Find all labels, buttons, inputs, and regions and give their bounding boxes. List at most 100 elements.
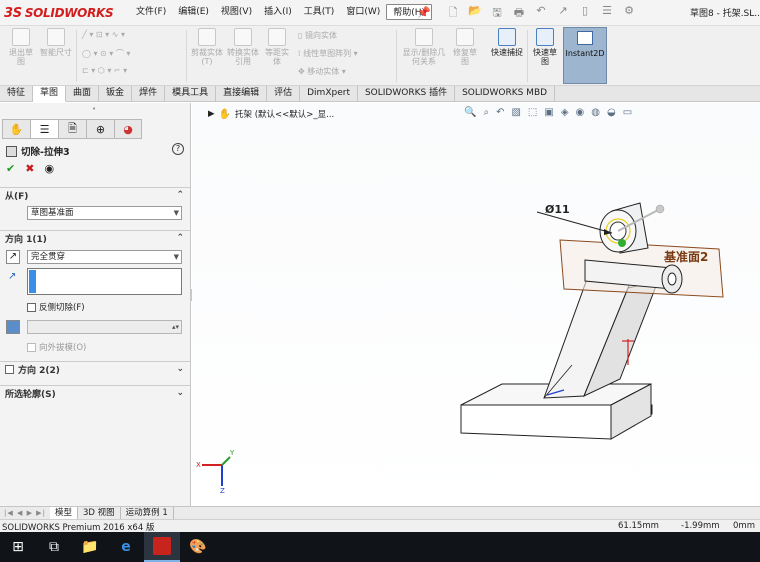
- bottom-tab-strip: |◀ ◀ ▶ ▶| 模型 3D 视图 运动算例 1: [0, 506, 760, 520]
- checkbox-box: [27, 302, 36, 312]
- tab-direct-editing[interactable]: 直接编辑: [216, 86, 268, 102]
- feature-title-text: 切除-拉伸3: [21, 147, 70, 158]
- menu-tools[interactable]: 工具(T): [298, 4, 341, 20]
- mirror-entities-button[interactable]: ▯ 镜向实体: [298, 30, 337, 41]
- line-tools-icon[interactable]: ╱ ▾ ⊡ ▾ ∿ ▾: [82, 30, 125, 39]
- options-gear-icon[interactable]: ⚙: [621, 4, 637, 23]
- coord-z: 0mm: [733, 521, 755, 531]
- menu-file[interactable]: 文件(F): [130, 4, 172, 20]
- tab-3d-views[interactable]: 3D 视图: [78, 506, 121, 520]
- flip-side-to-cut-checkbox[interactable]: 反侧切除(F): [27, 301, 85, 313]
- pin-icon[interactable]: 📌: [417, 6, 431, 19]
- manager-tabs: ✋ ☰ 🗎 ⊕ ◕: [2, 119, 142, 139]
- offset-icon: [268, 28, 286, 46]
- chevron-down-icon: ▼: [173, 209, 179, 217]
- triad-x-label: X: [196, 461, 201, 469]
- tab-mold-tools[interactable]: 模具工具: [165, 86, 217, 102]
- dimxpert-manager-tab-icon[interactable]: ⊕: [86, 119, 114, 139]
- help-button[interactable]: ?: [172, 143, 184, 155]
- trim-entities-button[interactable]: 剪裁实体(T): [190, 28, 224, 66]
- exit-sketch-button[interactable]: 退出草图: [6, 28, 36, 66]
- direction-selection-box[interactable]: [27, 268, 182, 295]
- cancel-x-icon[interactable]: ✖: [25, 162, 34, 175]
- reverse-direction-icon[interactable]: ↗: [6, 250, 20, 264]
- tab-weldments[interactable]: 焊件: [132, 86, 166, 102]
- open-icon[interactable]: 📂: [467, 4, 483, 23]
- new-icon[interactable]: 🗋: [445, 4, 461, 23]
- expand-chevron-icon[interactable]: ⌄: [176, 388, 184, 398]
- tab-model[interactable]: 模型: [50, 506, 79, 520]
- move-entities-button[interactable]: ✥ 移动实体 ▾: [298, 66, 346, 77]
- menu-insert[interactable]: 插入(I): [258, 4, 298, 20]
- menu-window[interactable]: 窗口(W): [340, 4, 386, 20]
- diameter-dimension[interactable]: Ø11: [545, 203, 570, 216]
- select-icon[interactable]: ↗: [555, 4, 571, 23]
- preview-eye-icon[interactable]: ◉: [44, 162, 54, 175]
- direction2-checkbox[interactable]: [5, 365, 14, 374]
- convert-entities-button[interactable]: 转换实体引用: [226, 28, 260, 66]
- tab-scroll-arrows-icon[interactable]: |◀ ◀ ▶ ▶|: [0, 509, 50, 517]
- tab-dimxpert[interactable]: DimXpert: [300, 86, 358, 102]
- task-view-icon[interactable]: ⧉: [36, 532, 72, 562]
- solidworks-logo[interactable]: 3S SOLIDWORKS: [4, 3, 114, 23]
- display-relations-button[interactable]: 显示/删除几何关系: [402, 28, 446, 66]
- rapid-sketch-button[interactable]: 快速草图: [530, 28, 560, 66]
- repair-sketch-button[interactable]: 修复草图: [450, 28, 480, 66]
- smart-dimension-button[interactable]: 智能尺寸: [40, 28, 72, 57]
- tab-motion-study[interactable]: 运动算例 1: [121, 506, 174, 520]
- repair-icon: [456, 28, 474, 46]
- circle-tools-icon[interactable]: ◯ ▾ ⊙ ▾ ⌒ ▾: [82, 48, 130, 59]
- menu-edit[interactable]: 编辑(E): [172, 4, 215, 20]
- save-icon[interactable]: 🖫: [489, 4, 505, 23]
- direction2-section-header[interactable]: 方向 2(2) ⌄: [0, 361, 190, 377]
- file-explorer-icon[interactable]: 📁: [72, 532, 108, 562]
- collapse-chevron-icon[interactable]: ⌃: [176, 233, 184, 243]
- property-manager-tab-icon[interactable]: ☰: [30, 119, 58, 139]
- document-title: 草图8 - 托架.SL...: [690, 9, 760, 19]
- draft-icon[interactable]: [6, 320, 20, 334]
- slot-tools-icon[interactable]: ⊏ ▾ ⬡ ▾ ⌐ ▾: [82, 66, 127, 75]
- tab-evaluate[interactable]: 评估: [267, 86, 301, 102]
- direction-vector-icon: ↗: [8, 271, 17, 282]
- undo-icon[interactable]: ↶: [533, 4, 549, 23]
- configuration-manager-tab-icon[interactable]: 🗎: [58, 119, 86, 139]
- linear-pattern-button[interactable]: ⁞ 线性草图阵列 ▾: [298, 48, 358, 59]
- direction1-section-header[interactable]: 方向 1(1) ⌃: [0, 230, 190, 246]
- file-props-icon[interactable]: ☰: [599, 4, 615, 23]
- collapse-chevron-icon[interactable]: ⌃: [176, 190, 184, 200]
- from-section-header[interactable]: 从(F) ⌃: [0, 187, 190, 203]
- graphics-area[interactable]: ▶ ✋ 托架 (默认<<默认>_显... 🔍 ⌕ ↶ ▧ ⬚ ▣ ◈ ◉ ◍ ◒…: [192, 103, 760, 506]
- draft-angle-spinner[interactable]: ▴▾: [27, 320, 182, 334]
- solidworks-taskbar-icon[interactable]: [144, 532, 180, 562]
- rebuild-icon[interactable]: ▯: [577, 4, 593, 23]
- end-condition-select[interactable]: 完全贯穿 ▼: [27, 250, 182, 264]
- spinner-icon: ▴▾: [171, 323, 179, 331]
- tab-features[interactable]: 特征: [0, 86, 34, 102]
- quick-snaps-button[interactable]: 快速捕捉: [490, 28, 524, 57]
- plane-label[interactable]: 基准面2: [664, 248, 708, 265]
- selected-contours-section-header[interactable]: 所选轮廓(S) ⌄: [0, 385, 190, 401]
- command-tabs: 特征 草图 曲面 钣金 焊件 模具工具 直接编辑 评估 DimXpert SOL…: [0, 86, 760, 102]
- expand-chevron-icon[interactable]: ⌄: [176, 364, 184, 374]
- ribbon-separator: [527, 30, 528, 82]
- menu-view[interactable]: 视图(V): [215, 4, 258, 20]
- from-select[interactable]: 草图基准面 ▼: [27, 206, 182, 220]
- convert-icon: [234, 28, 252, 46]
- tab-mbd[interactable]: SOLIDWORKS MBD: [455, 86, 556, 102]
- tab-surfaces[interactable]: 曲面: [66, 86, 100, 102]
- edge-browser-icon[interactable]: e: [108, 532, 144, 562]
- tab-sheet-metal[interactable]: 钣金: [99, 86, 133, 102]
- ok-check-icon[interactable]: ✔: [6, 162, 15, 175]
- paint-app-icon[interactable]: 🎨: [180, 532, 216, 562]
- tab-addins[interactable]: SOLIDWORKS 插件: [358, 86, 456, 102]
- display-manager-tab-icon[interactable]: ◕: [114, 119, 142, 139]
- feature-manager-tab-icon[interactable]: ✋: [2, 119, 30, 139]
- tab-sketch[interactable]: 草图: [33, 86, 67, 102]
- instant2d-button[interactable]: Instant2D: [563, 27, 607, 84]
- offset-entities-button[interactable]: 等距实体: [262, 28, 292, 66]
- draft-outward-checkbox[interactable]: 向外拔模(O): [27, 341, 86, 353]
- panel-grip-icon[interactable]: •: [92, 105, 96, 113]
- windows-start-icon[interactable]: ⊞: [0, 532, 36, 562]
- print-icon[interactable]: 🖶: [511, 4, 527, 23]
- checkbox-box: [27, 342, 36, 352]
